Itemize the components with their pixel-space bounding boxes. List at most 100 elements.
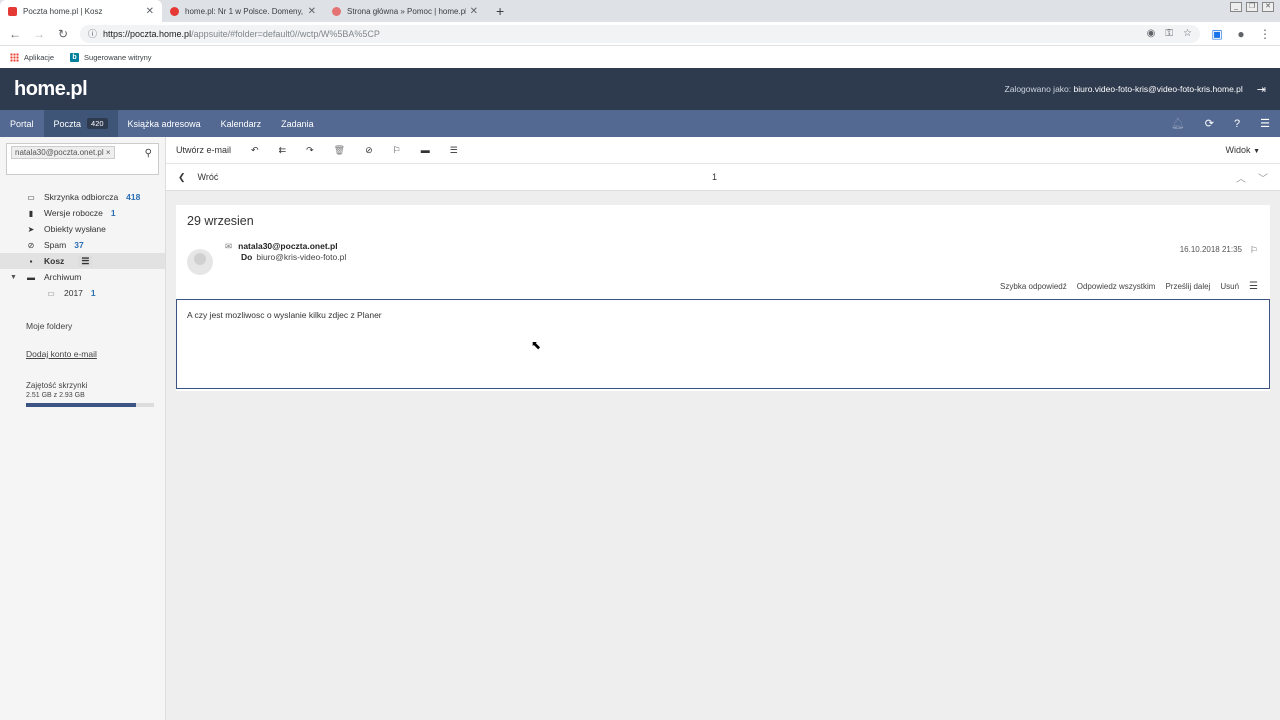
folder-label: Wersje robocze (44, 208, 103, 218)
nav-calendar[interactable]: Kalendarz (211, 110, 272, 137)
browser-tab-3[interactable]: Strona główna » Pomoc | home.pl ✕ (324, 0, 486, 22)
browser-tabbar: Poczta home.pl | Kosz ✕ home.pl: Nr 1 w … (0, 0, 1280, 22)
my-folders[interactable]: Moje foldery (0, 321, 165, 331)
kebab-menu-icon[interactable]: ⋮ (1258, 27, 1272, 41)
more-actions-icon[interactable]: ☰ (1249, 281, 1258, 292)
archive-icon[interactable]: ▬ (411, 145, 440, 155)
mail-count-badge: 420 (87, 118, 108, 129)
reply-icon[interactable]: ↶ (241, 145, 269, 156)
delete-button[interactable]: Usuń (1220, 282, 1239, 291)
reload-icon[interactable]: ↻ (56, 27, 70, 41)
chevron-up-icon[interactable]: ︿ (1236, 170, 1246, 185)
close-icon[interactable]: ✕ (470, 6, 478, 17)
mail-subject: 29 wrzesien (187, 214, 254, 228)
chip-label: natala30@poczta.onet.pl (15, 148, 104, 157)
view-dropdown[interactable]: Widok ▼ (1216, 145, 1270, 155)
logged-in-info: Zalogowano jako: biuro.video-foto-kris@v… (1005, 84, 1243, 94)
recipient-address[interactable]: biuro@kris-video-foto.pl (256, 252, 346, 262)
logged-label: Zalogowano jako: (1004, 84, 1072, 94)
folder-trash[interactable]: ▪ Kosz ☰ (0, 253, 165, 269)
tab-title: home.pl: Nr 1 w Polsce. Domeny, H (185, 6, 304, 16)
forward-icon[interactable]: ↷ (296, 145, 324, 156)
spam-icon[interactable]: ⊘ (355, 145, 383, 156)
nav-address-book[interactable]: Książka adresowa (118, 110, 211, 137)
eye-icon[interactable]: ◉ (1147, 28, 1156, 39)
address-bar: ← → ↻ ⓘ https://poczta.home.pl/appsuite/… (0, 22, 1280, 46)
avatar (187, 249, 213, 275)
back-label: Wróć (197, 172, 219, 182)
url-input[interactable]: ⓘ https://poczta.home.pl/appsuite/#folde… (80, 24, 1200, 43)
folder-2017[interactable]: ▭ 2017 1 (0, 285, 165, 301)
minimize-icon[interactable]: _ (1230, 2, 1242, 12)
nav-portal[interactable]: Portal (0, 110, 44, 137)
quota-label: Zajętość skrzynki (26, 381, 88, 390)
sender-address[interactable]: natala30@poczta.onet.pl (238, 241, 337, 251)
bookmark-label: Sugerowane witryny (84, 52, 152, 62)
reply-all-button[interactable]: Odpowiedz wszystkim (1077, 282, 1156, 291)
logout-icon[interactable]: ⇥ (1257, 83, 1266, 96)
forward-button[interactable]: Prześlij dalej (1165, 282, 1210, 291)
bookmark-icon[interactable]: ⚐ (383, 145, 411, 156)
nav-poczta[interactable]: Poczta 420 (43, 110, 118, 137)
to-label: Do (241, 252, 253, 262)
back-row: ❮ Wróć 1 ︿ ﹀ (166, 164, 1280, 191)
hamburger-menu-icon[interactable]: ☰ (1260, 117, 1270, 130)
folder-sent[interactable]: ➤ Obiekty wysłane (0, 221, 165, 237)
chevron-left-icon: ❮ (178, 171, 186, 182)
bookmark-apps[interactable]: Aplikacje (10, 52, 54, 62)
extension-icon[interactable]: ▣ (1210, 27, 1224, 41)
star-icon[interactable]: ☆ (1183, 28, 1192, 39)
close-icon[interactable]: ✕ (308, 6, 316, 17)
app-nav: Portal Poczta 420 Książka adresowa Kalen… (0, 110, 1280, 137)
forward-arrow-icon[interactable]: → (32, 27, 46, 41)
key-icon[interactable]: ⚿ (1165, 28, 1173, 39)
apps-grid-icon (10, 52, 19, 62)
folder-count: 1 (110, 208, 116, 218)
browser-tab-1[interactable]: Poczta home.pl | Kosz ✕ (0, 0, 162, 22)
refresh-icon[interactable]: ⟳ (1205, 117, 1214, 130)
folder-spam[interactable]: ⊘ Spam 37 (0, 237, 165, 253)
folder-drafts[interactable]: ▮ Wersje robocze 1 (0, 205, 165, 221)
caret-down-icon[interactable]: ▼ (10, 274, 17, 281)
mail-actions: Szybka odpowiedź Odpowiedz wszystkim Prz… (176, 277, 1270, 295)
logo[interactable]: home.pl (14, 78, 88, 101)
url-host: https://poczta.home.pl (103, 28, 192, 39)
add-account-link[interactable]: Dodaj konto e-mail (0, 349, 165, 359)
help-icon[interactable]: ? (1234, 118, 1240, 130)
search-icon[interactable]: ⚲ (145, 148, 152, 159)
inbox-icon: ▭ (27, 192, 35, 202)
delete-icon[interactable]: 🗑︎ (324, 145, 355, 156)
compose-button[interactable]: Utwórz e-mail (176, 145, 241, 155)
search-chip[interactable]: natala30@poczta.onet.pl × (11, 146, 115, 159)
send-icon: ➤ (27, 224, 35, 234)
back-button[interactable]: ❮ Wróć (178, 172, 218, 183)
profile-avatar[interactable]: ● (1234, 27, 1248, 41)
nav-tasks[interactable]: Zadania (271, 110, 324, 137)
folder-inbox[interactable]: ▭ Skrzynka odbiorcza 418 (0, 189, 165, 205)
chevron-down-icon[interactable]: ﹀ (1258, 170, 1268, 185)
page-number: 1 (712, 172, 718, 182)
quick-reply-button[interactable]: Szybka odpowiedź (1000, 282, 1067, 291)
chip-remove-icon[interactable]: × (106, 148, 111, 157)
url-path: /appsuite/#folder=default0//wctp/W%5BA%5… (191, 28, 380, 39)
flag-icon[interactable]: ⚐ (1250, 245, 1258, 256)
new-tab-button[interactable]: + (486, 0, 514, 22)
search-input[interactable]: natala30@poczta.onet.pl × ⚲ (6, 143, 159, 175)
mail-body[interactable]: A czy jest mozliwosc o wyslanie kilku zd… (176, 299, 1270, 389)
tab-favicon (332, 6, 341, 16)
folder-archive[interactable]: ▼ ▬ Archiwum (0, 269, 165, 285)
bookmark-suggested[interactable]: b Sugerowane witryny (70, 52, 152, 62)
reply-all-icon[interactable]: ⇇ (269, 145, 297, 156)
restore-icon[interactable]: ❐ (1246, 2, 1258, 12)
folder-menu-icon[interactable]: ☰ (78, 255, 93, 267)
nav-label: Zadania (281, 118, 314, 129)
browser-tab-2[interactable]: home.pl: Nr 1 w Polsce. Domeny, H ✕ (162, 0, 324, 22)
back-arrow-icon[interactable]: ← (8, 27, 22, 41)
nav-label: Portal (10, 118, 34, 129)
more-menu-icon[interactable]: ☰ (440, 145, 468, 156)
info-icon[interactable]: ⓘ (88, 27, 97, 40)
close-icon[interactable]: ✕ (146, 6, 154, 17)
bell-icon[interactable]: 🔔︎ (1171, 117, 1185, 130)
close-window-icon[interactable]: ✕ (1262, 2, 1274, 12)
mail-from-block: ✉ natala30@poczta.onet.pl Do biuro@kris-vi… (225, 241, 346, 273)
